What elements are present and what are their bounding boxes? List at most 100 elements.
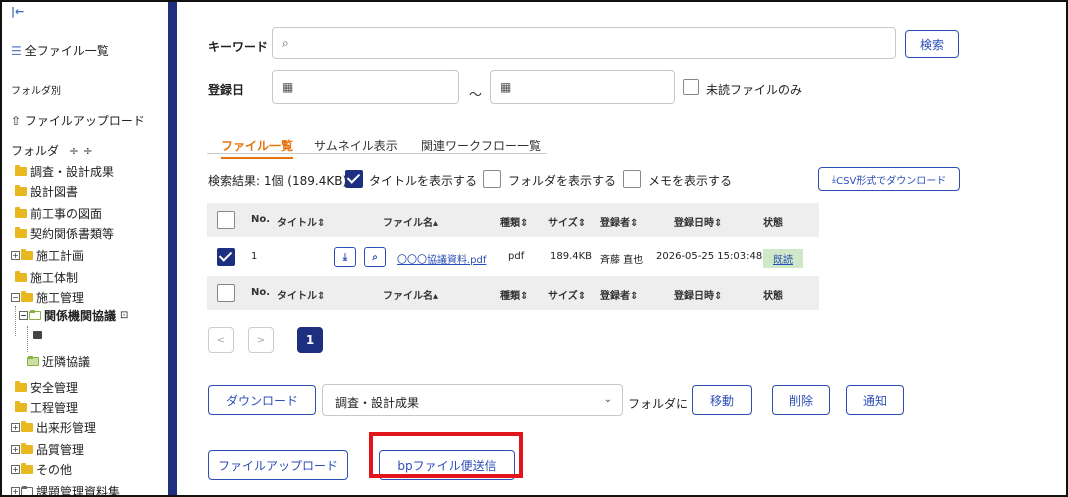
- col-filename[interactable]: ファイル名▴: [383, 287, 438, 302]
- list-icon: ☰: [11, 44, 22, 58]
- add-folder-icon[interactable]: [33, 331, 42, 339]
- tree-line: [15, 306, 16, 336]
- tree-item-prev-drawings[interactable]: 前工事の図面: [15, 204, 102, 222]
- col-registrant[interactable]: 登録者⇕: [600, 214, 638, 229]
- pagination-prev-button[interactable]: <: [208, 327, 234, 353]
- csv-download-button[interactable]: ⤓ CSV形式でダウンロード: [818, 167, 960, 191]
- date-range-separator: ～: [469, 88, 483, 103]
- highlight-annotation: [369, 432, 523, 478]
- tree-item-contracts[interactable]: 契約関係書類等: [15, 224, 114, 242]
- select-all-checkbox[interactable]: [217, 211, 235, 229]
- file-upload-button[interactable]: ファイルアップロード: [208, 450, 348, 480]
- tree-item-construction-system[interactable]: 施工体制: [15, 268, 78, 286]
- table-row[interactable]: 1 ⤓ ⌕ 〇〇〇協議資料.pdf pdf 189.4KB 斉藤 直也 2026…: [207, 240, 819, 274]
- to-folder-label: フォルダに: [628, 397, 689, 411]
- col-registered-at[interactable]: 登録日時⇕: [674, 287, 722, 302]
- tree-item-label: 施工体制: [30, 270, 79, 285]
- main-panel: キーワード ⌕ 検索 登録日 ▦ ～ ▦ 未読ファイルのみ ファイル一覧 サムネ…: [177, 2, 1066, 495]
- sidebar-item-upload[interactable]: ⇧ ファイルアップロード: [11, 112, 145, 129]
- tree-item-neighbor-consult[interactable]: 近隣協議: [27, 352, 90, 370]
- select-all-checkbox-bottom[interactable]: [217, 284, 235, 302]
- expand-icon[interactable]: +: [11, 464, 20, 474]
- tree-add-subfolder[interactable]: [33, 326, 42, 344]
- date-from-input[interactable]: ▦: [272, 70, 459, 104]
- search-button[interactable]: 検索: [905, 30, 959, 58]
- tree-item-label: 施工計画: [36, 248, 85, 263]
- tree-item-schedule[interactable]: 工程管理: [15, 398, 78, 416]
- keyword-input[interactable]: ⌕: [272, 27, 896, 59]
- folder-icon: [21, 248, 33, 260]
- col-registrant[interactable]: 登録者⇕: [600, 287, 638, 302]
- sidebar: |← ☰ 全ファイル一覧 フォルダ別 ⇧ ファイルアップロード フォルダ ÷ ÷ …: [2, 2, 168, 495]
- tab-workflow[interactable]: 関連ワークフロー一覧: [421, 137, 541, 157]
- tree-item-as-built[interactable]: + 出来形管理: [11, 418, 96, 436]
- collapse-icon[interactable]: −: [19, 310, 28, 320]
- calendar-icon: ▦: [500, 80, 512, 94]
- expand-icon[interactable]: +: [11, 422, 20, 432]
- tree-item-agency-consult[interactable]: − 関係機関協議 ⊡: [19, 306, 128, 324]
- expand-icon[interactable]: +: [11, 250, 20, 260]
- pagination-page-1[interactable]: 1: [297, 327, 323, 353]
- sidebar-item-label: ファイルアップロード: [24, 114, 145, 128]
- col-filename[interactable]: ファイル名▴: [383, 214, 438, 229]
- col-registered-at[interactable]: 登録日時⇕: [674, 214, 722, 229]
- tree-item-label: 設計図書: [30, 184, 79, 199]
- expand-icon[interactable]: +: [11, 486, 20, 495]
- tree-item-issues[interactable]: + 課題管理資料集: [11, 482, 120, 495]
- col-status: 状態: [763, 218, 783, 229]
- sidebar-item-label: 全ファイル一覧: [24, 44, 109, 58]
- col-no[interactable]: No.: [251, 287, 270, 298]
- tree-item-survey[interactable]: 調査・設計成果: [15, 162, 114, 180]
- sort-icon[interactable]: ÷ ÷: [69, 144, 93, 158]
- move-button[interactable]: 移動: [692, 385, 752, 415]
- col-title[interactable]: タイトル⇕: [277, 214, 325, 229]
- tree-item-other[interactable]: + その他: [11, 460, 72, 478]
- folder-icon: [15, 164, 27, 176]
- delete-button[interactable]: 削除: [772, 385, 830, 415]
- row-checkbox[interactable]: [217, 248, 235, 266]
- tree-item-construction-mgmt[interactable]: − 施工管理: [11, 288, 84, 306]
- folder-icon: [15, 184, 27, 196]
- tree-item-quality[interactable]: + 品質管理: [11, 440, 84, 458]
- unread-only-checkbox[interactable]: [683, 79, 699, 95]
- folder-icon: [15, 380, 27, 392]
- pagination-next-button[interactable]: >: [248, 327, 274, 353]
- tab-file-list[interactable]: ファイル一覧: [221, 137, 294, 159]
- col-type[interactable]: 種類⇕: [500, 214, 528, 229]
- row-download-icon[interactable]: ⤓: [334, 247, 356, 267]
- download-button[interactable]: ダウンロード: [208, 385, 316, 415]
- tree-item-label: 調査・設計成果: [30, 164, 115, 179]
- show-title-checkbox[interactable]: [345, 170, 363, 188]
- keyword-label: キーワード: [208, 40, 269, 54]
- folder-icon: [21, 462, 33, 474]
- tab-thumbnail[interactable]: サムネイル表示: [314, 137, 398, 157]
- col-title[interactable]: タイトル⇕: [277, 287, 325, 302]
- tree-item-label: 近隣協議: [42, 354, 91, 369]
- status-badge[interactable]: 既読: [763, 249, 803, 268]
- show-title-label: タイトルを表示する: [369, 174, 478, 188]
- folder-settings-icon[interactable]: ⊡: [120, 310, 128, 321]
- row-filename-link[interactable]: 〇〇〇協議資料.pdf: [397, 251, 486, 266]
- col-size[interactable]: サイズ⇕: [548, 287, 586, 302]
- tree-item-construction-plan[interactable]: + 施工計画: [11, 246, 84, 264]
- show-folder-checkbox[interactable]: [483, 170, 501, 188]
- col-no[interactable]: No.: [251, 214, 270, 225]
- search-icon: ⌕: [282, 36, 289, 50]
- sidebar-item-all-files[interactable]: ☰ 全ファイル一覧: [11, 42, 109, 59]
- col-size[interactable]: サイズ⇕: [548, 214, 586, 229]
- tree-item-safety[interactable]: 安全管理: [15, 378, 78, 396]
- collapse-icon[interactable]: −: [11, 292, 20, 302]
- col-type[interactable]: 種類⇕: [500, 287, 528, 302]
- tree-item-design-docs[interactable]: 設計図書: [15, 182, 78, 200]
- collapse-sidebar-icon[interactable]: |←: [11, 5, 24, 18]
- date-to-input[interactable]: ▦: [490, 70, 675, 104]
- show-memo-checkbox[interactable]: [623, 170, 641, 188]
- row-preview-icon[interactable]: ⌕: [364, 247, 386, 267]
- tree-item-label: その他: [36, 462, 73, 477]
- sidebar-divider: [168, 2, 177, 495]
- sidebar-section-folders: フォルダ別: [11, 86, 61, 97]
- expand-icon[interactable]: +: [11, 444, 20, 454]
- table-footer-header: No. タイトル⇕ ファイル名▴ 種類⇕ サイズ⇕ 登録者⇕ 登録日時⇕ 状態: [207, 276, 819, 310]
- notify-button[interactable]: 通知: [846, 385, 904, 415]
- folder-select[interactable]: 調査・設計成果 ⌄: [322, 384, 623, 416]
